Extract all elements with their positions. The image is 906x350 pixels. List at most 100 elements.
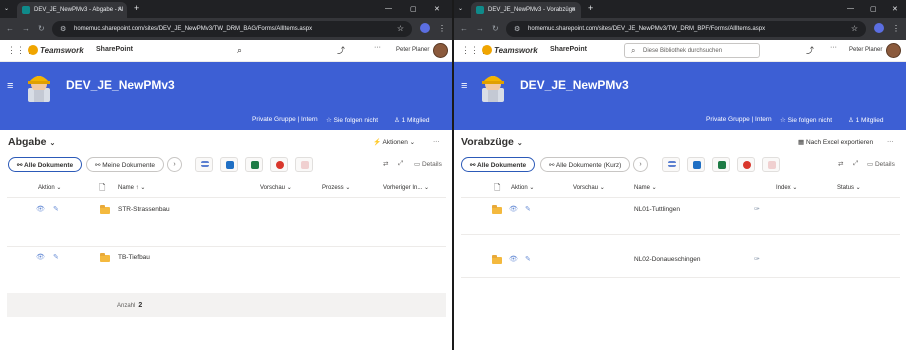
back-icon[interactable]: ← [460, 24, 468, 34]
forward-icon[interactable]: → [22, 24, 30, 34]
pin-icon[interactable]: ✑ [754, 255, 760, 263]
column-aktion[interactable]: Aktion ⌄ [511, 184, 534, 191]
library-title[interactable]: Abgabe ⌄ [8, 136, 55, 148]
new-tab-icon[interactable]: + [588, 4, 593, 13]
details-button[interactable]: ▭ Details [867, 160, 895, 168]
preview-eye-icon[interactable]: 👁 [509, 205, 518, 213]
sort-options-icon[interactable]: ⇄ [383, 160, 388, 168]
excel-button[interactable] [245, 157, 263, 172]
acrobat-button[interactable] [737, 157, 755, 172]
site-info-icon[interactable]: ⚙ [60, 25, 66, 33]
bookmark-star-icon[interactable]: ☆ [851, 24, 858, 33]
sort-options-icon[interactable]: ⇄ [838, 160, 843, 168]
browser-menu-icon[interactable]: ⋮ [438, 24, 446, 34]
column-prozess[interactable]: Prozess ⌄ [322, 184, 350, 191]
extension-icon[interactable] [874, 23, 884, 33]
back-icon[interactable]: ← [6, 24, 14, 34]
site-info-icon[interactable]: ⚙ [514, 25, 520, 33]
view-all-documents-short[interactable]: ⚯ Alle Dokumente (Kurz) [540, 157, 631, 172]
members-button[interactable]: ♙ 1 Mitglied [394, 116, 429, 124]
search-input[interactable]: ⌕ Diese Bibliothek durchsuchen [624, 43, 760, 58]
export-excel-button[interactable]: ▦ Nach Excel exportieren [798, 138, 873, 146]
forward-icon[interactable]: → [476, 24, 484, 34]
tab-search-icon[interactable]: ⌄ [458, 5, 463, 12]
reload-icon[interactable]: ↻ [38, 24, 45, 34]
more-views-icon[interactable]: › [167, 157, 182, 172]
row-name[interactable]: NL01-Tuttlingen [634, 206, 680, 213]
row-name[interactable]: TB-Tiefbau [118, 254, 150, 261]
share-icon[interactable]: ⤴ [337, 45, 345, 56]
hamburger-menu-icon[interactable]: ≡ [7, 81, 13, 92]
edit-pencil-icon[interactable]: ✎ [53, 205, 59, 213]
browser-tab[interactable]: DEV_JE_NewPMv3 - Abgabe - Al ✕ [17, 2, 127, 18]
filter-button[interactable] [195, 157, 213, 172]
row-name[interactable]: STR-Strassenbau [118, 206, 170, 213]
maximize-icon[interactable]: ▢ [410, 5, 417, 13]
preview-eye-icon[interactable]: 👁 [509, 255, 518, 263]
app-name[interactable]: SharePoint [96, 46, 133, 53]
row-name[interactable]: NL02-Donaueschingen [634, 256, 701, 263]
view-all-documents[interactable]: ⚯ Alle Dokumente [461, 157, 536, 172]
column-vorschau[interactable]: Vorschau ⌄ [260, 184, 292, 191]
expand-icon[interactable]: ⤢ [853, 160, 858, 168]
more-icon[interactable]: ··· [374, 44, 381, 51]
tab-search-icon[interactable]: ⌄ [4, 5, 9, 12]
document-button[interactable] [295, 157, 313, 172]
minimize-icon[interactable]: — [847, 5, 854, 12]
more-views-icon[interactable]: › [633, 157, 648, 172]
reload-icon[interactable]: ↻ [492, 24, 499, 34]
minimize-icon[interactable]: — [385, 5, 392, 12]
close-tab-icon[interactable]: ✕ [117, 6, 122, 13]
hamburger-menu-icon[interactable]: ≡ [461, 81, 467, 92]
more-icon[interactable]: ··· [830, 44, 837, 51]
follow-button[interactable]: ☆ Sie folgen nicht [780, 116, 832, 124]
file-type-icon[interactable]: 🗋 [99, 182, 105, 196]
pin-icon[interactable]: ✑ [754, 205, 760, 213]
acrobat-button[interactable] [270, 157, 288, 172]
close-window-icon[interactable]: ✕ [434, 5, 440, 13]
more-commands-icon[interactable]: ··· [433, 138, 440, 145]
site-title[interactable]: DEV_JE_NewPMv3 [66, 78, 175, 92]
filter-button[interactable] [662, 157, 680, 172]
maximize-icon[interactable]: ▢ [870, 5, 877, 13]
share-icon[interactable]: ⤴ [806, 45, 814, 56]
user-name[interactable]: Peter Planer [396, 47, 429, 53]
details-button[interactable]: ▭ Details [414, 160, 442, 168]
extension-icon[interactable] [420, 23, 430, 33]
preview-eye-icon[interactable]: 👁 [36, 253, 45, 261]
app-name[interactable]: SharePoint [550, 46, 587, 53]
bookmark-star-icon[interactable]: ☆ [397, 24, 404, 33]
column-aktion[interactable]: Aktion ⌄ [38, 184, 61, 191]
column-vorschau[interactable]: Vorschau ⌄ [573, 184, 605, 191]
new-tab-icon[interactable]: + [134, 4, 139, 13]
column-name[interactable]: Name ⌄ [634, 184, 657, 191]
follow-button[interactable]: ☆ Sie folgen nicht [326, 116, 378, 124]
column-index[interactable]: Index ⌄ [776, 184, 797, 191]
user-avatar[interactable] [886, 43, 901, 58]
column-status[interactable]: Status ⌄ [837, 184, 861, 191]
site-title[interactable]: DEV_JE_NewPMv3 [520, 78, 629, 92]
column-vorheriger[interactable]: Vorheriger In... ⌄ [383, 184, 429, 191]
preview-eye-icon[interactable]: 👁 [36, 205, 45, 213]
view-my-documents[interactable]: ⚯ Meine Dokumente [86, 157, 165, 172]
outlook-button[interactable] [687, 157, 705, 172]
browser-menu-icon[interactable]: ⋮ [892, 24, 900, 34]
url-field[interactable]: ⚙ homemuc.sharepoint.com/sites/DEV_JE_Ne… [506, 21, 866, 37]
close-window-icon[interactable]: ✕ [892, 5, 898, 13]
search-icon[interactable]: ⌕ [237, 45, 242, 56]
library-title[interactable]: Vorabzüge ⌄ [461, 136, 523, 148]
members-button[interactable]: ♙ 1 Mitglied [848, 116, 883, 124]
edit-pencil-icon[interactable]: ✎ [525, 255, 531, 263]
document-button[interactable] [762, 157, 780, 172]
more-commands-icon[interactable]: ··· [887, 138, 894, 145]
file-type-icon[interactable]: 🗋 [494, 182, 500, 196]
actions-button[interactable]: ⚡ Aktionen ⌄ [373, 138, 415, 146]
user-name[interactable]: Peter Planer [849, 47, 882, 53]
excel-button[interactable] [712, 157, 730, 172]
user-avatar[interactable] [433, 43, 448, 58]
close-tab-icon[interactable]: ✕ [571, 6, 576, 13]
edit-pencil-icon[interactable]: ✎ [53, 253, 59, 261]
outlook-button[interactable] [220, 157, 238, 172]
browser-tab[interactable]: DEV_JE_NewPMv3 - Vorabzüge ✕ [471, 2, 581, 18]
column-name[interactable]: Name ↑ ⌄ [118, 184, 145, 191]
